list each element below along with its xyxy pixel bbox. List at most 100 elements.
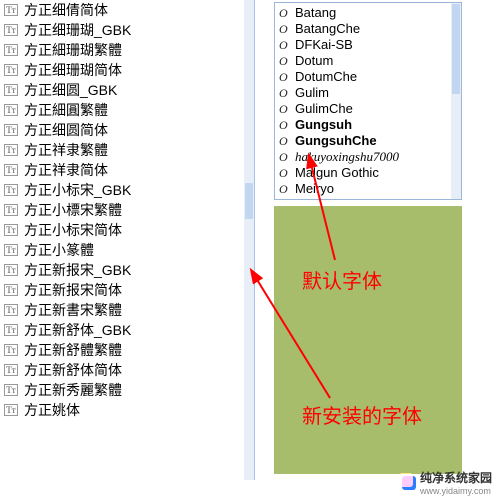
font-item-label: Dotum — [295, 53, 333, 69]
right-font-panel: OBatangOBatangCheODFKai-SBODotumODotumCh… — [274, 2, 462, 200]
opentype-icon: O — [279, 101, 293, 117]
font-item-label: 方正細珊瑚繁體 — [24, 40, 122, 60]
font-item[interactable]: OGungsuh — [279, 117, 451, 133]
font-item-label: Malgun Gothic — [295, 165, 379, 181]
opentype-icon: O — [279, 149, 293, 165]
truetype-icon: Tᴛ — [4, 384, 18, 396]
font-item[interactable]: Tᴛ方正新書宋繁體 — [4, 300, 244, 320]
truetype-icon: Tᴛ — [4, 164, 18, 176]
truetype-icon: Tᴛ — [4, 244, 18, 256]
font-item-label: 方正小标宋简体 — [24, 220, 122, 240]
font-item[interactable]: Tᴛ 方正新报宋简体 — [4, 280, 244, 300]
font-item-label: 方正新报宋_GBK — [24, 260, 131, 280]
right-scrollbar[interactable] — [451, 3, 461, 199]
font-item[interactable]: Tᴛ 方正姚体 — [4, 400, 244, 420]
font-item-label: DotumChe — [295, 69, 357, 85]
truetype-icon: Tᴛ — [4, 4, 18, 16]
font-item-label: Batang — [295, 5, 336, 21]
font-item[interactable]: OGungsuhChe — [279, 133, 451, 149]
watermark-brand: 纯净系统家园 — [420, 469, 492, 486]
font-item-label: 方正新秀麗繁體 — [24, 380, 122, 400]
font-item-label: 方正祥隶简体 — [24, 160, 108, 180]
font-item[interactable]: Tᴛ 方正小标宋简体 — [4, 220, 244, 240]
font-item-label: DFKai-SB — [295, 37, 353, 53]
font-item-label: Gungsuh — [295, 117, 352, 133]
truetype-icon: Tᴛ — [4, 364, 18, 376]
truetype-icon: Tᴛ — [4, 344, 18, 356]
left-scrollbar[interactable] — [244, 0, 254, 480]
opentype-icon: O — [279, 5, 293, 21]
truetype-icon: Tᴛ — [4, 324, 18, 336]
truetype-icon: Tᴛ — [4, 284, 18, 296]
font-item-label: 方正姚体 — [24, 400, 80, 420]
font-item[interactable]: Ohakuyoxingshu7000 — [279, 149, 451, 165]
left-font-list: Tᴛ方正细倩简体Tᴛ方正细珊瑚_GBKTᴛ方正細珊瑚繁體Tᴛ方正细珊瑚简体Tᴛ方… — [0, 0, 244, 420]
truetype-icon: Tᴛ — [4, 404, 18, 416]
font-item[interactable]: ODFKai-SB — [279, 37, 451, 53]
truetype-icon: Tᴛ — [4, 184, 18, 196]
font-item[interactable]: ODotumChe — [279, 69, 451, 85]
font-item-label: 方正细珊瑚简体 — [24, 60, 122, 80]
opentype-icon: O — [279, 69, 293, 85]
font-item[interactable]: Tᴛ 方正细倩简体 — [4, 0, 244, 20]
font-item-label: 方正新舒體繁體 — [24, 340, 122, 360]
font-item-label: 方正新舒体_GBK — [24, 320, 131, 340]
right-scroll-thumb[interactable] — [452, 4, 460, 94]
opentype-icon: O — [279, 53, 293, 69]
left-scroll-thumb[interactable] — [245, 183, 253, 219]
truetype-icon: Tᴛ — [4, 264, 18, 276]
font-item[interactable]: Tᴛ 方正新舒体_GBK — [4, 320, 244, 340]
font-item-label: BatangChe — [295, 21, 360, 37]
truetype-icon: Tᴛ — [4, 224, 18, 236]
truetype-icon: Tᴛ — [4, 44, 18, 56]
font-item[interactable]: Tᴛ 方正小標宋繁體 — [4, 200, 244, 220]
font-item-label: 方正新舒体简体 — [24, 360, 122, 380]
font-item[interactable]: Tᴛ 方正细珊瑚简体 — [4, 60, 244, 80]
preview-area — [274, 206, 462, 474]
font-item[interactable]: OMeiryo — [279, 181, 451, 197]
font-item[interactable]: Tᴛ方正细圆_GBK — [4, 80, 244, 100]
font-item[interactable]: Tᴛ 方正祥隶简体 — [4, 160, 244, 180]
font-item-label: 方正细圆_GBK — [24, 80, 117, 100]
font-item-label: 方正细圆简体 — [24, 120, 108, 140]
font-item[interactable]: Tᴛ 方正新舒体简体 — [4, 360, 244, 380]
font-item-label: 方正小标宋_GBK — [24, 180, 131, 200]
truetype-icon: Tᴛ — [4, 64, 18, 76]
font-item-label: 方正细倩简体 — [24, 0, 108, 20]
font-item-label: 方正小篆體 — [24, 240, 94, 260]
font-item[interactable]: Tᴛ 方正新报宋_GBK — [4, 260, 244, 280]
right-font-scroll: OBatangOBatangCheODFKai-SBODotumODotumCh… — [275, 3, 451, 199]
font-item-label: 方正細圓繁體 — [24, 100, 108, 120]
font-item[interactable]: Tᴛ方正祥隶繁體 — [4, 140, 244, 160]
font-item[interactable]: Tᴛ 方正新秀麗繁體 — [4, 380, 244, 400]
truetype-icon: Tᴛ — [4, 204, 18, 216]
font-item[interactable]: Tᴛ方正细圆简体 — [4, 120, 244, 140]
label-default-fonts: 默认字体 — [302, 265, 382, 294]
right-font-list: OBatangOBatangCheODFKai-SBODotumODotumCh… — [275, 3, 451, 197]
opentype-icon: O — [279, 181, 293, 197]
font-item-label: 方正小標宋繁體 — [24, 200, 122, 220]
watermark-logo-icon — [402, 476, 416, 490]
font-item[interactable]: OBatang — [279, 5, 451, 21]
label-new-fonts: 新安装的字体 — [302, 400, 422, 429]
font-item-label: 方正祥隶繁體 — [24, 140, 108, 160]
watermark: 纯净系统家园 www.yidaimy.com — [402, 469, 492, 496]
opentype-icon: O — [279, 37, 293, 53]
font-item[interactable]: OGulimChe — [279, 101, 451, 117]
font-item[interactable]: ODotum — [279, 53, 451, 69]
font-item-label: 方正新書宋繁體 — [24, 300, 122, 320]
font-item-label: Gulim — [295, 85, 329, 101]
font-item[interactable]: OBatangChe — [279, 21, 451, 37]
font-item[interactable]: Tᴛ方正细珊瑚_GBK — [4, 20, 244, 40]
font-item-label: 方正新报宋简体 — [24, 280, 122, 300]
font-item[interactable]: Tᴛ 方正細珊瑚繁體 — [4, 40, 244, 60]
font-item[interactable]: OMalgun Gothic — [279, 165, 451, 181]
font-item[interactable]: Tᴛ 方正小标宋_GBK — [4, 180, 244, 200]
font-item[interactable]: Tᴛ 方正小篆體 — [4, 240, 244, 260]
truetype-icon: Tᴛ — [4, 24, 18, 36]
font-item[interactable]: Tᴛ方正細圓繁體 — [4, 100, 244, 120]
font-item[interactable]: Tᴛ 方正新舒體繁體 — [4, 340, 244, 360]
font-item-label: Meiryo — [295, 181, 334, 197]
font-item[interactable]: OGulim — [279, 85, 451, 101]
font-item-label: hakuyoxingshu7000 — [295, 149, 399, 165]
